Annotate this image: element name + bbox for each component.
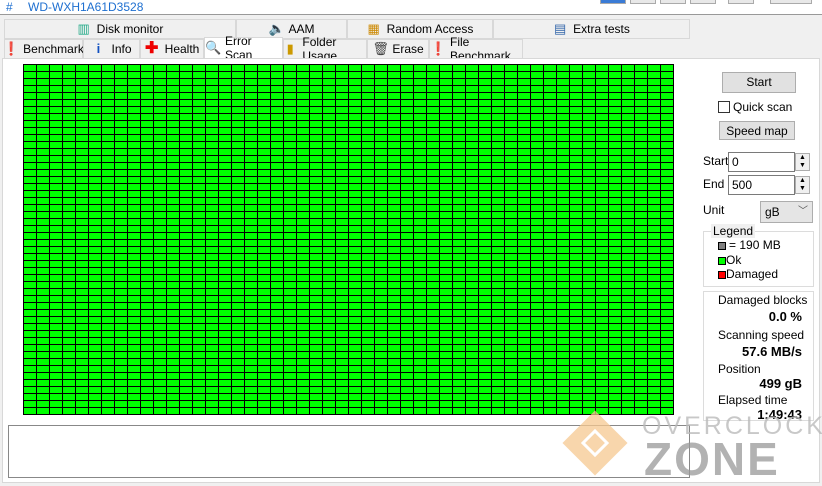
tab-erase[interactable]: 🗑 Erase xyxy=(367,39,429,59)
legend-title: Legend xyxy=(711,224,756,238)
unit-value: gB xyxy=(765,205,780,219)
tab-health[interactable]: ✚ Health xyxy=(140,39,204,59)
elapsed-time-label: Elapsed time xyxy=(718,393,788,407)
start-spinner[interactable]: ▲ ▼ xyxy=(795,153,810,171)
tab-file-benchmark[interactable]: ❗ File Benchmark xyxy=(429,35,523,63)
folder-icon: ▮ xyxy=(286,41,294,56)
toolbar-button[interactable] xyxy=(728,0,754,4)
tab-extra-tests[interactable]: ▤ Extra tests xyxy=(493,19,690,39)
trash-icon: 🗑 xyxy=(372,41,389,56)
tab-label: Benchmark xyxy=(23,42,84,56)
legend-ok-text: Ok xyxy=(726,253,742,267)
title-bar: # WD-WXH1A61D3528 xyxy=(0,0,822,15)
position-value: 499 gB xyxy=(759,376,802,391)
scanning-speed-label: Scanning speed xyxy=(718,328,805,342)
legend-block-text: = 190 MB xyxy=(729,238,781,252)
chevron-down-icon: ﹀ xyxy=(798,206,808,217)
scan-block-map xyxy=(23,64,674,415)
tab-label: Info xyxy=(111,42,132,56)
file-benchmark-icon: ❗ xyxy=(430,41,447,56)
tab-label: Erase xyxy=(392,42,424,56)
end-label: End xyxy=(703,177,725,191)
info-icon: i xyxy=(96,41,101,56)
end-spinner[interactable]: ▲ ▼ xyxy=(795,176,810,194)
legend-block-size: = 190 MB xyxy=(718,238,781,252)
scanning-speed-value: 57.6 MB/s xyxy=(742,344,802,359)
block-square-icon xyxy=(718,242,726,250)
tab-row-bottom: ❗ Benchmark i Info ✚ Health 🔍 Error Scan ▮ Fo… xyxy=(3,34,523,63)
toolbar-button[interactable] xyxy=(690,0,716,4)
tab-folder-usage[interactable]: ▮ Folder Usage xyxy=(283,35,367,63)
end-input[interactable]: 500 xyxy=(728,175,795,195)
health-icon: ✚ xyxy=(144,40,159,57)
checkbox-box[interactable] xyxy=(718,101,730,113)
tab-label: Random Access xyxy=(386,22,474,36)
legend-damaged-text: Damaged xyxy=(726,267,779,281)
tab-error-scan[interactable]: 🔍 Error Scan xyxy=(204,34,283,62)
damaged-blocks-value: 0.0 % xyxy=(768,309,802,324)
tab-info[interactable]: i Info xyxy=(83,39,140,59)
legend-ok: Ok xyxy=(718,253,741,267)
log-box[interactable] xyxy=(8,425,690,478)
toolbar-button[interactable] xyxy=(600,0,626,4)
quick-scan-checkbox[interactable]: Quick scan xyxy=(718,100,792,114)
drive-name[interactable]: WD-WXH1A61D3528 xyxy=(28,0,143,14)
quick-scan-label: Quick scan xyxy=(733,100,793,114)
magnifier-icon: 🔍 xyxy=(205,40,222,55)
toolbar-button[interactable] xyxy=(630,0,656,4)
unit-select[interactable]: gB ﹀ xyxy=(760,201,813,223)
ok-square-icon xyxy=(718,257,726,265)
extra-tests-icon: ▤ xyxy=(554,21,567,36)
start-label: Start xyxy=(703,154,729,168)
tab-label: Health xyxy=(164,42,200,56)
start-input[interactable]: 0 xyxy=(728,152,795,172)
toolbar-button[interactable] xyxy=(660,0,686,4)
toolbar-button[interactable] xyxy=(770,0,812,4)
legend-damaged: Damaged xyxy=(718,267,778,281)
benchmark-icon: ❗ xyxy=(3,41,20,56)
elapsed-time-value: 1:49:43 xyxy=(757,407,802,422)
tab-label: AAM xyxy=(288,22,315,36)
random-access-icon: ▦ xyxy=(367,21,380,36)
damaged-blocks-label: Damaged blocks xyxy=(718,293,808,307)
damaged-square-icon xyxy=(718,271,726,279)
start-button[interactable]: Start xyxy=(722,72,796,93)
tab-label: Disk monitor xyxy=(96,22,164,36)
unit-label: Unit xyxy=(703,203,725,217)
position-label: Position xyxy=(718,362,761,376)
tab-label: Extra tests xyxy=(573,22,630,36)
speed-map-button[interactable]: Speed map xyxy=(719,121,795,140)
title-hash: # xyxy=(6,0,13,14)
disk-monitor-icon: ▥ xyxy=(77,21,90,36)
tab-disk-monitor[interactable]: ▥ Disk monitor xyxy=(4,19,236,39)
tab-benchmark[interactable]: ❗ Benchmark xyxy=(3,39,84,59)
